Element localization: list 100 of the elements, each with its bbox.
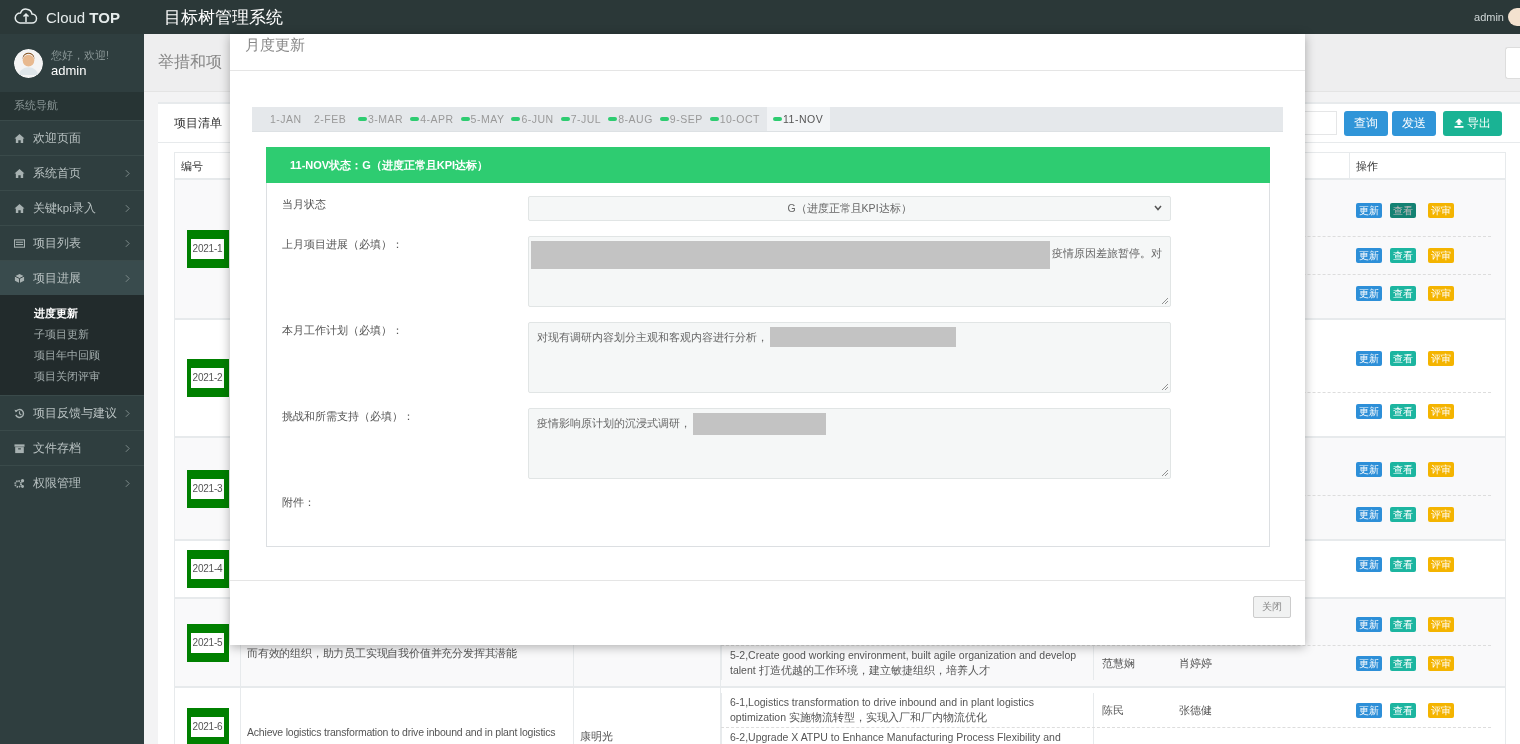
field-label: 当月状态 <box>282 197 327 212</box>
month-tab[interactable]: 11-NOV <box>767 107 831 131</box>
action-button[interactable]: 更新 <box>1356 617 1382 632</box>
month-tab[interactable]: 7-JUL <box>560 107 609 131</box>
action-button[interactable]: 更新 <box>1356 655 1382 671</box>
action-button[interactable]: 评审 <box>1428 655 1454 671</box>
action-button[interactable]: 更新 <box>1356 248 1382 263</box>
resize-grip-icon <box>1161 383 1169 391</box>
table-cell: 范慧娴 <box>1102 655 1135 671</box>
chevron-right-icon <box>125 168 130 178</box>
row-id: 2021-5 <box>190 632 225 653</box>
section-title: 系统导航 <box>0 92 144 120</box>
page-title: 举措和项 <box>158 52 222 72</box>
chevron-right-icon <box>125 238 130 248</box>
action-button[interactable]: 查看 <box>1390 617 1416 632</box>
action-button[interactable]: 更新 <box>1356 286 1382 301</box>
action-button[interactable]: 更新 <box>1356 351 1382 366</box>
avatar-icon <box>14 48 43 78</box>
resize-grip-icon <box>1161 297 1169 305</box>
text-area[interactable]: 对现有调研内容划分主观和客观内容进行分析， <box>528 322 1171 393</box>
text-area[interactable]: 疫情原因差旅暂停。对 <box>528 236 1171 307</box>
history-icon <box>14 407 25 419</box>
month-tab[interactable]: 8-AUG <box>608 107 660 131</box>
toolbar-button[interactable]: 查询 <box>1344 110 1388 136</box>
month-tab[interactable]: 4-APR <box>410 107 461 131</box>
action-button[interactable]: 评审 <box>1428 404 1454 419</box>
month-tab[interactable]: 10-OCT <box>709 107 767 131</box>
toggle-button[interactable] <box>1505 46 1520 79</box>
table-cell: 6-2,Upgrade X ATPU to Enhance Manufacturing Process Flexibility and <box>730 730 1061 744</box>
table-cell-text: 而有效的组织，助力员工实现自我价值并充分发挥其潜能 <box>247 646 517 661</box>
sidebar-item[interactable]: 欢迎页面 <box>0 120 144 155</box>
field-text: 疫情原因差旅暂停。对 <box>1052 246 1162 261</box>
table-cell: 陈民 <box>1102 702 1124 718</box>
action-button[interactable]: 查看 <box>1390 702 1416 718</box>
cube-icon <box>14 272 25 284</box>
sidebar-item[interactable]: 项目进展 <box>0 260 144 295</box>
field-label: 本月工作计划（必填）： <box>282 323 404 338</box>
table-cell: 张德健 <box>1179 702 1212 718</box>
action-button[interactable]: 更新 <box>1356 461 1382 477</box>
submenu-item[interactable]: 项目关闭评审 <box>0 366 144 387</box>
action-button[interactable]: 评审 <box>1428 507 1454 522</box>
month-tab[interactable]: 5-MAY <box>460 107 512 131</box>
action-button[interactable]: 评审 <box>1428 557 1454 572</box>
action-button[interactable]: 查看 <box>1390 507 1416 522</box>
field-label: 上月项目进展（必填）： <box>282 237 404 252</box>
month-tab[interactable]: 9-SEP <box>659 107 710 131</box>
sidebar-item[interactable]: 系统首页 <box>0 155 144 190</box>
action-button[interactable]: 查看 <box>1390 286 1416 301</box>
archive-icon <box>14 442 25 454</box>
close-button[interactable]: 关闭 <box>1253 596 1291 618</box>
status-select[interactable]: G（进度正常且KPI达标） <box>528 196 1171 221</box>
chevron-right-icon <box>125 478 130 488</box>
user-name[interactable]: admin <box>1474 11 1504 23</box>
sidebar-item[interactable]: 关键kpi录入 <box>0 190 144 225</box>
submenu-item[interactable]: 进度更新 <box>0 303 144 324</box>
submenu-item[interactable]: 子项目更新 <box>0 324 144 345</box>
row-id: 2021-2 <box>190 368 225 388</box>
action-button[interactable]: 评审 <box>1428 461 1454 477</box>
action-button[interactable]: 查看 <box>1390 351 1416 366</box>
text-area[interactable]: 疫情影响原计划的沉浸式调研， <box>528 408 1171 479</box>
action-button[interactable]: 更新 <box>1356 507 1382 522</box>
app-title: 目标树管理系统 <box>164 6 284 29</box>
month-tab[interactable]: 6-JUN <box>511 107 561 131</box>
user-name: admin <box>51 62 88 78</box>
chevron-right-icon <box>125 408 130 418</box>
action-button[interactable]: 查看 <box>1390 404 1416 419</box>
action-button[interactable]: 评审 <box>1428 286 1454 301</box>
month-tab[interactable]: 1-JAN <box>270 107 314 131</box>
action-button[interactable]: 评审 <box>1428 617 1454 632</box>
sidebar-item[interactable]: 项目反馈与建议 <box>0 395 144 430</box>
chevron-right-icon <box>125 443 130 453</box>
brand-name: Cloud TOP <box>46 8 120 26</box>
action-button[interactable]: 评审 <box>1428 351 1454 366</box>
action-button[interactable]: 查看 <box>1390 461 1416 477</box>
action-button[interactable]: 评审 <box>1428 702 1454 718</box>
action-button[interactable]: 更新 <box>1356 404 1382 419</box>
toolbar-button[interactable]: 发送 <box>1392 110 1436 136</box>
export-button[interactable]: 导出 <box>1443 110 1502 136</box>
row-id: 2021-1 <box>190 239 225 259</box>
sidebar-item[interactable]: 权限管理 <box>0 465 144 500</box>
action-button[interactable]: 更新 <box>1356 203 1382 218</box>
row-id: 2021-4 <box>190 559 225 579</box>
submenu-item[interactable]: 项目年中回顾 <box>0 345 144 366</box>
sidebar-item[interactable]: 文件存档 <box>0 430 144 465</box>
action-button[interactable]: 查看 <box>1390 557 1416 572</box>
card-title: 项目清单 <box>174 115 222 131</box>
action-button[interactable]: 查看 <box>1390 248 1416 263</box>
month-tab[interactable]: 3-MAR <box>358 107 411 131</box>
field-label: 附件： <box>282 495 316 510</box>
list-icon <box>14 237 25 249</box>
action-button[interactable]: 查看 <box>1390 203 1416 218</box>
action-button[interactable]: 查看 <box>1390 655 1416 671</box>
field-text: 对现有调研内容划分主观和客观内容进行分析， <box>537 330 768 345</box>
action-button[interactable]: 更新 <box>1356 702 1382 718</box>
action-button[interactable]: 更新 <box>1356 557 1382 572</box>
table-cell-text: 康明光 <box>580 729 613 744</box>
month-tab[interactable]: 2-FEB <box>314 107 358 131</box>
action-button[interactable]: 评审 <box>1428 248 1454 263</box>
avatar-icon[interactable] <box>1508 8 1520 26</box>
action-button[interactable]: 评审 <box>1428 203 1454 218</box>
